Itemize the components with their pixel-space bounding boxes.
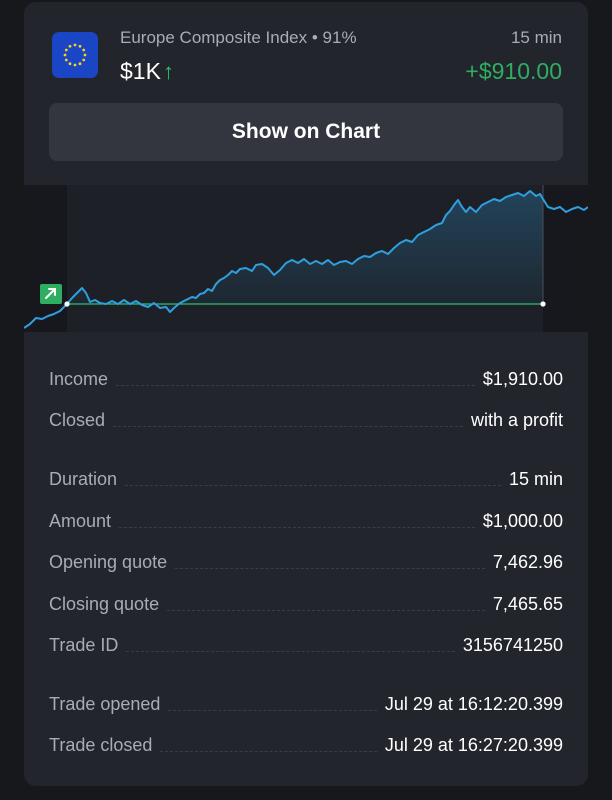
trade-amount-value: $1K (120, 58, 161, 84)
amount-value: $1,000.00 (482, 511, 563, 531)
show-on-chart-button[interactable]: Show on Chart (49, 103, 563, 161)
dotted-leader (175, 567, 485, 569)
eu-flag-icon (52, 32, 98, 78)
opening-quote-value: 7,462.96 (492, 552, 563, 572)
closed-label: Closed (49, 410, 106, 430)
dotted-leader (119, 526, 475, 528)
trade-opened-value: Jul 29 at 16:12:20.399 (384, 694, 563, 714)
payout-percent: 91% (322, 28, 357, 47)
trade-duration: 15 min (510, 28, 562, 47)
trade-closed-label: Trade closed (49, 735, 153, 755)
trade-chart (24, 185, 588, 332)
duration-label: Duration (49, 469, 118, 489)
detail-row-closed: Closed with a profit (49, 401, 563, 431)
detail-row-trade-opened: Trade opened Jul 29 at 16:12:20.399 (49, 685, 563, 715)
closing-quote-value: 7,465.65 (492, 594, 563, 614)
asset-name: Europe Composite Index (120, 28, 308, 47)
dotted-leader (116, 384, 475, 386)
detail-row-duration: Duration 15 min (49, 460, 563, 490)
arrow-up-icon: ↑ (162, 59, 174, 84)
trade-profit: +$910.00 (465, 58, 562, 84)
detail-row-trade-closed: Trade closed Jul 29 at 16:27:20.399 (49, 726, 563, 756)
trade-id-value: 3156741250 (462, 635, 563, 655)
separator: • (311, 28, 318, 47)
dotted-leader (167, 609, 485, 611)
trade-closed-value: Jul 29 at 16:27:20.399 (384, 735, 563, 755)
trade-opened-label: Trade opened (49, 694, 161, 714)
closed-value: with a profit (470, 410, 563, 430)
opening-quote-label: Opening quote (49, 552, 168, 572)
amount-label: Amount (49, 511, 112, 531)
duration-value: 15 min (508, 469, 563, 489)
income-label: Income (49, 369, 109, 389)
income-value: $1,910.00 (482, 369, 563, 389)
exit-point (540, 301, 546, 307)
dotted-leader (168, 709, 377, 711)
trade-amount: $1K↑ (120, 58, 174, 85)
detail-row-amount: Amount $1,000.00 (49, 502, 563, 532)
arrow-up-right-icon (40, 284, 62, 304)
detail-row-opening-quote: Opening quote 7,462.96 (49, 543, 563, 573)
dotted-leader (113, 425, 463, 427)
entry-point (64, 301, 70, 307)
closing-quote-label: Closing quote (49, 594, 160, 614)
dotted-leader (160, 750, 377, 752)
detail-row-income: Income $1,910.00 (49, 360, 563, 390)
asset-info: Europe Composite Index • 91% (120, 28, 357, 48)
trade-id-label: Trade ID (49, 635, 119, 655)
detail-row-trade-id: Trade ID 3156741250 (49, 626, 563, 656)
detail-row-closing-quote: Closing quote 7,465.65 (49, 585, 563, 615)
dotted-leader (125, 484, 501, 486)
trade-details-card: Europe Composite Index • 91% 15 min $1K↑… (24, 2, 588, 786)
dotted-leader (126, 650, 455, 652)
